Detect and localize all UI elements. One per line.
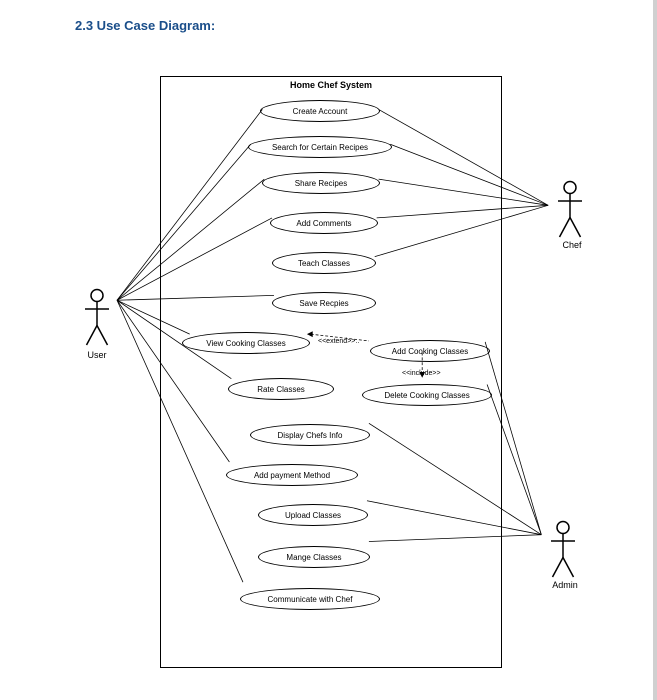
usecase-teach-classes: Teach Classes	[272, 252, 376, 274]
use-case-diagram: Home Chef System User Chef	[100, 60, 570, 680]
usecase-communicate-with-chef: Communicate with Chef	[240, 588, 380, 610]
actor-user-label: User	[72, 350, 122, 360]
usecase-manage-classes: Mange Classes	[258, 546, 370, 568]
usecase-upload-classes: Upload Classes	[258, 504, 368, 526]
page: 2.3 Use Case Diagram: Home Chef System U…	[0, 0, 657, 700]
usecase-add-cooking-classes: Add Cooking Classes	[370, 340, 490, 362]
stereotype-extend-label: <<extend>>..	[318, 338, 359, 345]
actor-user-icon	[82, 288, 112, 348]
usecase-add-payment-method: Add payment Method	[226, 464, 358, 486]
actor-chef-icon	[555, 180, 585, 240]
usecase-delete-cooking-classes: Delete Cooking Classes	[362, 384, 492, 406]
usecase-share-recipes: Share Recipes	[262, 172, 380, 194]
actor-admin-icon	[548, 520, 578, 580]
usecase-display-chefs-info: Display Chefs Info	[250, 424, 370, 446]
system-title: Home Chef System	[161, 77, 501, 93]
actor-admin-label: Admin	[540, 580, 590, 590]
stereotype-include-label: <<include>>	[402, 370, 441, 377]
usecase-search-recipes: Search for Certain Recipes	[248, 136, 392, 158]
usecase-view-cooking-classes: View Cooking Classes	[182, 332, 310, 354]
usecase-add-comments: Add Comments	[270, 212, 378, 234]
usecase-rate-classes: Rate Classes	[228, 378, 334, 400]
usecase-save-recipes: Save Recpies	[272, 292, 376, 314]
usecase-create-account: Create Account	[260, 100, 380, 122]
system-boundary: Home Chef System	[160, 76, 502, 668]
scroll-gutter	[653, 0, 657, 700]
section-heading: 2.3 Use Case Diagram:	[75, 18, 215, 33]
actor-chef-label: Chef	[547, 240, 597, 250]
